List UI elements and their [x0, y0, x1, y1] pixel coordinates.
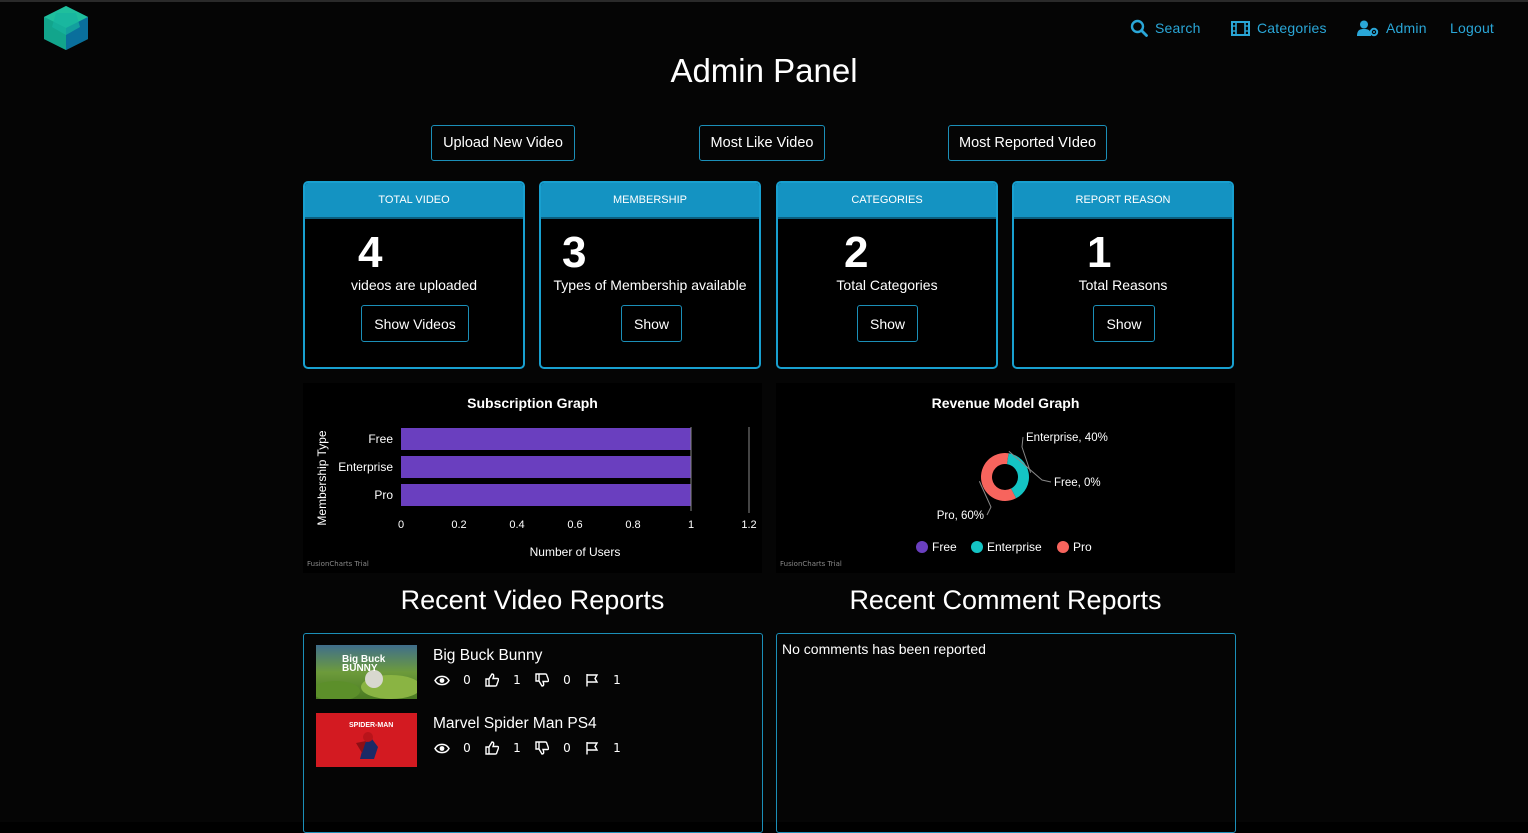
video-thumbnail[interactable]: Big Buck BUNNY — [316, 645, 417, 699]
empty-comments-message: No comments has been reported — [782, 641, 986, 657]
page-title: Admin Panel — [670, 52, 858, 89]
card-count: 4 — [358, 228, 383, 277]
video-report-row[interactable]: Big Buck BUNNY Big Buck Bunny 0 1 0 1 — [316, 645, 756, 701]
tick-label: 0 — [398, 519, 404, 531]
dislikes-count: 0 — [563, 673, 571, 687]
slice-label: Enterprise, 40% — [1026, 432, 1108, 444]
card-description: Total Categories — [836, 277, 938, 293]
card-report-reason: REPORT REASON 1 Total Reasons Show — [1012, 181, 1234, 369]
card-total-video: TOTAL VIDEO 4 videos are uploaded Show V… — [303, 181, 525, 369]
bar — [401, 484, 691, 506]
nav-logout-label: Logout — [1450, 20, 1495, 36]
card-heading: REPORT REASON — [1014, 183, 1232, 217]
likes-count: 1 — [513, 673, 521, 687]
thumbs-down-icon — [533, 672, 551, 688]
eye-icon — [433, 740, 451, 756]
comment-reports-panel: No comments has been reported — [776, 633, 1236, 833]
nav-categories-label: Categories — [1257, 20, 1327, 36]
doughnut-chart-svg: Free, 0% Enterprise, 40% Pro, 60% Free Enter… — [916, 432, 1108, 554]
flag-icon — [583, 740, 601, 756]
card-count: 1 — [1087, 228, 1112, 277]
site-logo[interactable] — [42, 5, 90, 51]
views-count: 0 — [463, 673, 471, 687]
bar — [401, 428, 691, 450]
show-categories-button[interactable]: Show — [857, 305, 918, 342]
revenue-chart: Revenue Model Graph Free, 0% Enterprise, … — [776, 383, 1235, 573]
flag-icon — [583, 672, 601, 688]
thumbs-up-icon — [483, 740, 501, 756]
x-axis-label: Number of Users — [530, 545, 621, 559]
video-title[interactable]: Big Buck Bunny — [433, 647, 542, 665]
upload-video-button[interactable]: Upload New Video — [431, 125, 575, 161]
slice-label: Free, 0% — [1054, 477, 1101, 489]
video-report-row[interactable]: SPIDER-MAN Marvel Spider Man PS4 0 1 0 1 — [316, 713, 756, 769]
nav-categories[interactable]: Categories — [1231, 17, 1327, 39]
tick-label: 0.8 — [625, 519, 640, 531]
y-axis-label: Membership Type — [315, 430, 329, 525]
card-count: 3 — [562, 228, 587, 277]
video-reports-title: Recent Video Reports — [400, 585, 665, 615]
top-border — [0, 0, 1528, 2]
eye-icon — [433, 672, 451, 688]
user-gear-icon — [1357, 20, 1379, 37]
page-frame — [0, 0, 1528, 822]
subscription-chart: Subscription Graph Free Enterprise Pro 0 0.2… — [303, 383, 762, 573]
tick-label: 1 — [688, 519, 694, 531]
category-label: Free — [368, 432, 393, 446]
tick-label: 1.2 — [741, 519, 756, 531]
bar — [401, 456, 691, 478]
show-reasons-button[interactable]: Show — [1093, 305, 1155, 342]
most-liked-video-button[interactable]: Most Like Video — [699, 125, 825, 161]
video-stats: 0 1 0 1 — [433, 740, 633, 756]
most-reported-video-button[interactable]: Most Reported VIdeo — [948, 125, 1107, 161]
nav-search-label: Search — [1155, 20, 1201, 36]
chart-watermark: FusionCharts Trial — [307, 560, 369, 568]
dislikes-count: 0 — [563, 741, 571, 755]
reports-count: 1 — [613, 673, 621, 687]
nav-admin-label: Admin — [1386, 20, 1427, 36]
legend-marker — [916, 541, 928, 553]
chart-watermark: FusionCharts Trial — [780, 560, 842, 568]
likes-count: 1 — [513, 741, 521, 755]
video-thumbnail[interactable]: SPIDER-MAN — [316, 713, 417, 767]
views-count: 0 — [463, 741, 471, 755]
show-videos-button[interactable]: Show Videos — [361, 305, 469, 342]
comment-reports-title: Recent Comment Reports — [849, 585, 1162, 615]
thumbnail-text: SPIDER-MAN — [349, 722, 394, 729]
card-description: Total Reasons — [1078, 277, 1168, 293]
category-label: Enterprise — [338, 460, 393, 474]
card-membership: MEMBERSHIP 3 Types of Membership availab… — [539, 181, 761, 369]
reports-count: 1 — [613, 741, 621, 755]
thumbs-down-icon — [533, 740, 551, 756]
card-heading: CATEGORIES — [778, 183, 996, 217]
legend-label: Pro — [1073, 540, 1092, 554]
bar-chart-svg: Free Enterprise Pro 0 0.2 0.4 0.6 0.8 1 1.2 Number… — [315, 427, 757, 559]
show-membership-button[interactable]: Show — [621, 305, 682, 342]
card-heading: MEMBERSHIP — [541, 183, 759, 217]
nav-search[interactable]: Search — [1130, 17, 1201, 39]
card-description: videos are uploaded — [350, 277, 478, 293]
legend-label: Enterprise — [987, 540, 1042, 554]
search-icon — [1130, 19, 1148, 37]
card-description: Types of Membership available — [553, 277, 747, 293]
card-count: 2 — [844, 228, 869, 277]
film-icon — [1231, 20, 1250, 36]
legend-label: Free — [932, 540, 957, 554]
video-title[interactable]: Marvel Spider Man PS4 — [433, 715, 597, 733]
thumbs-up-icon — [483, 672, 501, 688]
legend-marker — [1057, 541, 1069, 553]
video-reports-panel: Big Buck BUNNY Big Buck Bunny 0 1 0 1 SP… — [303, 633, 763, 833]
video-stats: 0 1 0 1 — [433, 672, 633, 688]
nav-logout[interactable]: Logout — [1450, 17, 1494, 39]
tick-label: 0.6 — [567, 519, 582, 531]
legend-marker — [971, 541, 983, 553]
card-categories: CATEGORIES 2 Total Categories Show — [776, 181, 998, 369]
tick-label: 0.2 — [451, 519, 466, 531]
slice-label: Pro, 60% — [937, 510, 984, 522]
tick-label: 0.4 — [509, 519, 524, 531]
nav-admin[interactable]: Admin — [1357, 17, 1427, 39]
category-label: Pro — [374, 488, 393, 502]
thumbnail-text: Big Buck BUNNY — [342, 654, 386, 674]
card-heading: TOTAL VIDEO — [305, 183, 523, 217]
